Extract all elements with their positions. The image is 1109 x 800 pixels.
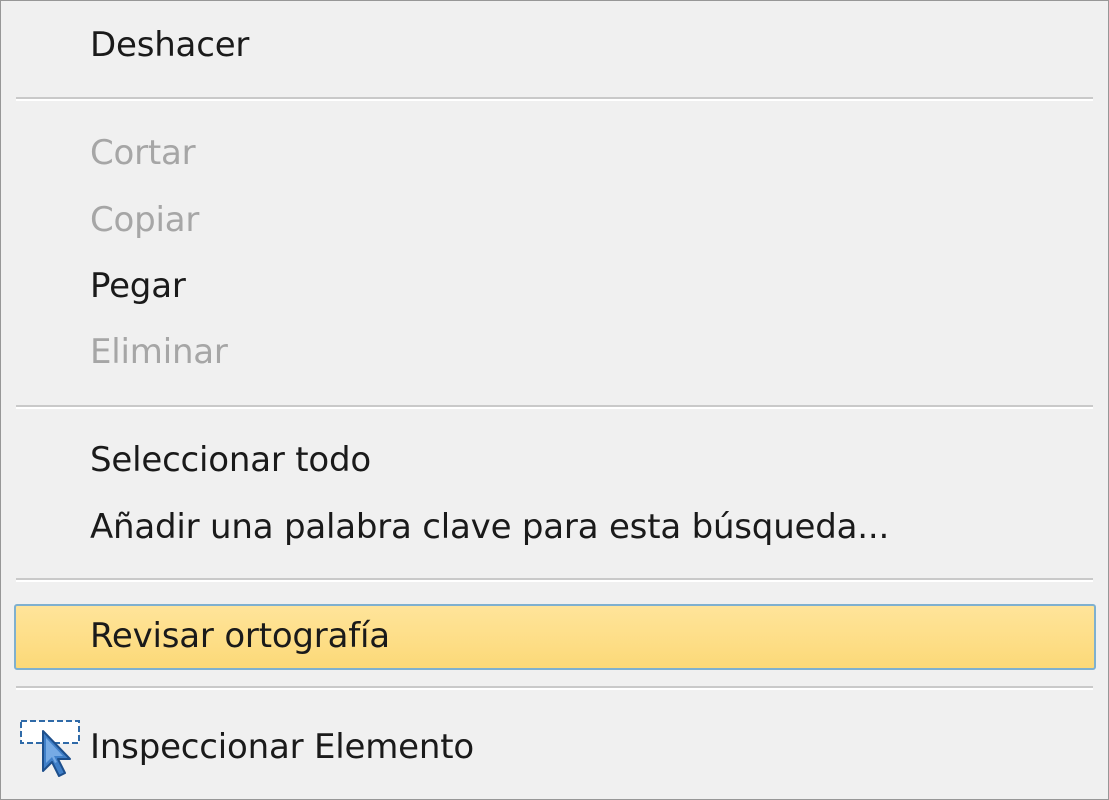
menu-item-label: Pegar bbox=[90, 266, 186, 307]
menu-item-pegar[interactable]: Pegar bbox=[1, 254, 1108, 320]
menu-separator bbox=[16, 405, 1093, 409]
menu-item-label: Cortar bbox=[90, 133, 196, 174]
context-menu: Deshacer Cortar Copiar Pegar Eliminar Se… bbox=[0, 0, 1109, 800]
menu-item-anadir-palabra-clave[interactable]: Añadir una palabra clave para esta búsqu… bbox=[1, 495, 1108, 561]
menu-item-label: Inspeccionar Elemento bbox=[90, 727, 474, 768]
menu-item-label: Copiar bbox=[90, 200, 200, 241]
menu-item-eliminar[interactable]: Eliminar bbox=[1, 320, 1108, 386]
menu-item-copiar[interactable]: Copiar bbox=[1, 188, 1108, 254]
menu-item-deshacer[interactable]: Deshacer bbox=[1, 13, 1108, 79]
menu-item-cortar[interactable]: Cortar bbox=[1, 121, 1108, 187]
menu-item-revisar-ortografia[interactable]: Revisar ortografía bbox=[14, 604, 1096, 670]
menu-item-inspeccionar-elemento[interactable]: Inspeccionar Elemento bbox=[1, 701, 1108, 795]
menu-separator bbox=[16, 686, 1093, 690]
menu-separator bbox=[16, 578, 1093, 582]
menu-separator bbox=[16, 97, 1093, 101]
menu-item-label: Añadir una palabra clave para esta búsqu… bbox=[90, 507, 890, 548]
inspect-element-icon bbox=[19, 719, 83, 777]
menu-item-label: Seleccionar todo bbox=[90, 440, 371, 481]
menu-item-label: Eliminar bbox=[90, 332, 228, 373]
menu-item-seleccionar-todo[interactable]: Seleccionar todo bbox=[1, 428, 1108, 494]
menu-item-label: Revisar ortografía bbox=[90, 616, 390, 657]
menu-item-label: Deshacer bbox=[90, 25, 250, 66]
